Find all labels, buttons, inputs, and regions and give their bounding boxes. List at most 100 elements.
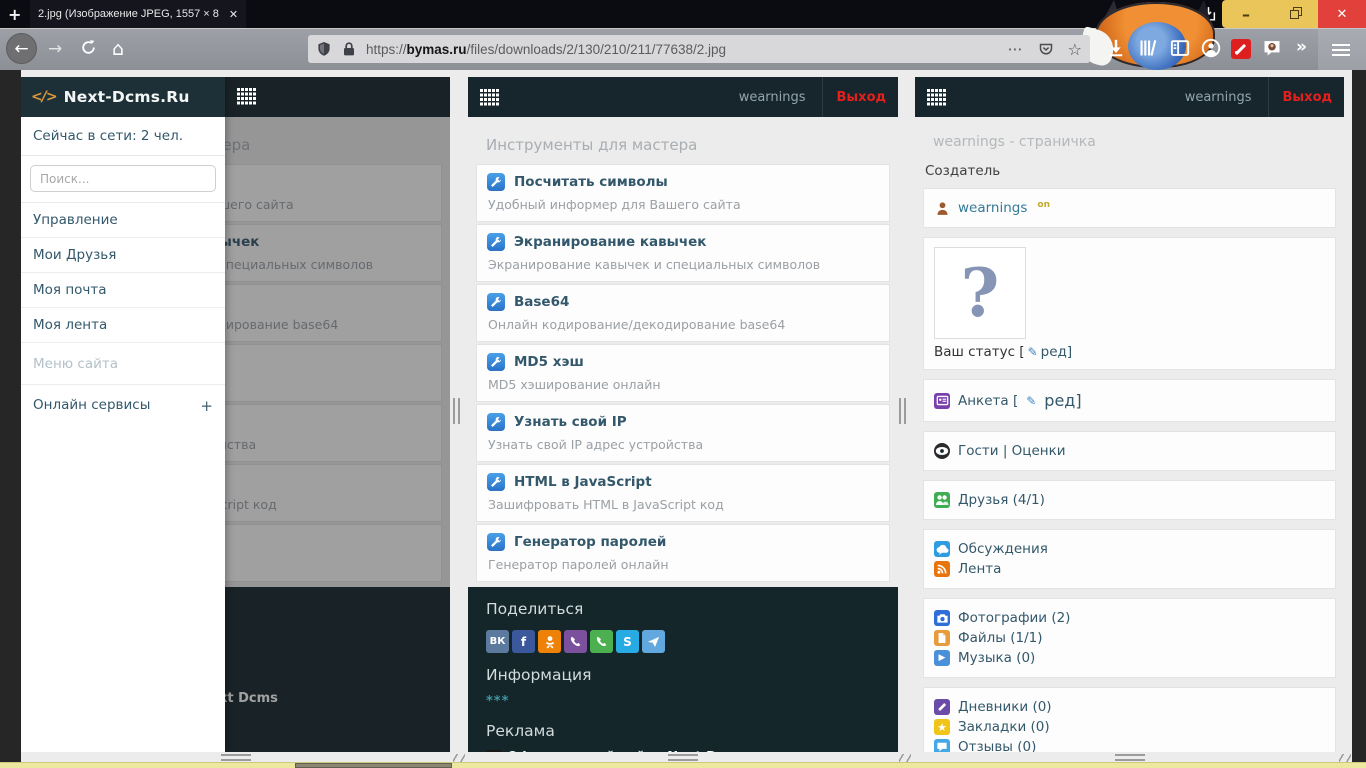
ad-link[interactable]: Официальный сайт - Next Dcms xyxy=(507,750,746,752)
tracking-protection-shield-icon[interactable] xyxy=(316,41,332,57)
menu-grid-icon[interactable] xyxy=(927,89,946,106)
logout-link[interactable]: Выход xyxy=(1283,90,1332,105)
lock-icon xyxy=(341,41,357,57)
forward-button[interactable]: → xyxy=(48,36,62,62)
tool-desc: Удобный информер для Вашего сайта xyxy=(488,197,879,212)
window-minimize-button[interactable]: – xyxy=(1222,0,1270,28)
skype-icon[interactable]: S xyxy=(616,630,639,653)
tool-title[interactable]: Экранирование кавычек xyxy=(514,234,706,250)
tool-card[interactable]: Экранирование кавычекЭкранирование кавыч… xyxy=(476,224,890,282)
tool-title[interactable]: Узнать свой IP xyxy=(514,414,627,430)
tool-desc: Генератор паролей онлайн xyxy=(488,557,879,572)
url-text[interactable]: https://bymas.ru/files/downloads/2/130/2… xyxy=(366,42,1008,57)
tool-card[interactable]: Посчитать символы Удобный информер для Ва… xyxy=(476,164,890,222)
tool-card[interactable]: Узнать свой IP Узнать свой IP адрес устро… xyxy=(476,404,890,462)
page-actions-icon[interactable]: ⋯ xyxy=(1008,40,1024,58)
vk-icon[interactable]: ВК xyxy=(486,630,509,653)
sidebar-item-friends[interactable]: Мои Друзья xyxy=(21,238,225,273)
preview-panel-2: wearnings Выход Инструменты для мастера … xyxy=(468,77,898,752)
sidebar-item-online-services[interactable]: Онлайн сервисы + xyxy=(21,385,225,424)
home-button[interactable]: ⌂ xyxy=(112,36,124,62)
panel2-resize-handle[interactable] xyxy=(899,398,906,424)
files-link[interactable]: Файлы (1/1) xyxy=(958,630,1043,646)
reviews-link[interactable]: Отзывы (0) xyxy=(958,739,1036,752)
tool-title[interactable]: Посчитать символы xyxy=(514,174,668,190)
panel1-bottom-handle[interactable] xyxy=(221,754,251,761)
facebook-icon[interactable]: f xyxy=(512,630,535,653)
search-input[interactable] xyxy=(30,165,216,192)
diaries-link[interactable]: Дневники (0) xyxy=(958,699,1052,715)
discussions-link[interactable]: Обсуждения xyxy=(958,541,1048,557)
image-content: Инструменты для мастера Посчитать символ… xyxy=(21,70,1352,762)
bookmark-star-icon[interactable]: ☆ xyxy=(1068,40,1082,59)
pocket-icon[interactable] xyxy=(1038,41,1054,57)
telegram-icon[interactable] xyxy=(642,630,665,653)
tool-title[interactable]: MD5 хэш xyxy=(514,354,584,370)
tool-title[interactable]: Генератор паролей xyxy=(514,534,666,550)
new-tab-button[interactable]: + xyxy=(8,5,21,24)
sidebar-item-management[interactable]: Управление xyxy=(21,203,225,238)
panel2-bottom-handle[interactable] xyxy=(668,754,698,761)
sidebar-item-mail[interactable]: Моя почта xyxy=(21,273,225,308)
download-icon[interactable] xyxy=(1106,38,1126,58)
pencil-icon: ✎ xyxy=(1026,394,1036,408)
browser-tab[interactable]: 2.jpg (Изображение JPEG, 1557 × 8 ✕ xyxy=(30,0,246,28)
site-logo[interactable]: </> Next-Dcms.Ru xyxy=(21,77,225,117)
tool-desc: Узнать свой IP адрес устройства xyxy=(488,437,879,452)
hamburger-menu-icon[interactable] xyxy=(1332,44,1350,56)
tool-title[interactable]: HTML в JavaScript xyxy=(514,474,652,490)
panel3-bottom-handle[interactable] xyxy=(1115,754,1145,761)
whatsapp-icon[interactable] xyxy=(590,630,613,653)
guests-link[interactable]: Гости | Оценки xyxy=(958,443,1066,459)
new-container-tab-icon[interactable] xyxy=(1163,6,1180,23)
odnoklassniki-icon[interactable] xyxy=(538,630,561,653)
sidebar-item-site-menu[interactable]: Меню сайта xyxy=(21,343,225,385)
anketa-edit-link[interactable]: ред] xyxy=(1044,391,1081,410)
photos-link[interactable]: Фотографии (2) xyxy=(958,610,1070,626)
url-bar[interactable]: https://bymas.ru/files/downloads/2/130/2… xyxy=(308,35,1090,63)
horizontal-scrollbar[interactable] xyxy=(0,762,1366,768)
menu-grid-icon[interactable] xyxy=(237,88,256,105)
expand-plus-icon[interactable]: + xyxy=(200,397,213,415)
tool-title[interactable]: Base64 xyxy=(514,294,569,310)
anketa-card: Анкета [ ✎ ред] xyxy=(923,379,1336,422)
account-icon[interactable] xyxy=(1201,38,1221,58)
music-link[interactable]: Музыка (0) xyxy=(958,650,1035,666)
profile-page-title: wearnings - страничка xyxy=(933,134,1344,150)
ad-row[interactable]: DS Официальный сайт - Next Dcms xyxy=(486,750,880,752)
avatar[interactable]: ? xyxy=(934,247,1026,339)
sidebar-item-feed[interactable]: Моя лента xyxy=(21,308,225,343)
creator-name-link[interactable]: wearnings xyxy=(958,200,1027,216)
back-button[interactable]: ← xyxy=(6,33,37,64)
status-edit-link[interactable]: ред] xyxy=(1041,344,1072,360)
tab-close-icon[interactable]: ✕ xyxy=(229,8,238,21)
tool-card[interactable]: MD5 хэшMD5 хэширование онлайн xyxy=(476,344,890,402)
scrollbar-thumb[interactable] xyxy=(295,763,452,768)
header-username[interactable]: wearnings xyxy=(739,90,806,105)
header-username[interactable]: wearnings xyxy=(1185,90,1252,105)
window-close-button[interactable]: ✕ xyxy=(1318,0,1366,28)
chat-extension-icon[interactable] xyxy=(1262,38,1282,58)
tool-card[interactable]: HTML в JavaScriptЗашифровать HTML в Java… xyxy=(476,464,890,522)
library-icon[interactable] xyxy=(1138,38,1158,58)
reload-button[interactable] xyxy=(80,39,97,56)
friends-link[interactable]: Друзья (4/1) xyxy=(958,492,1045,508)
share-icons-row: ВК f S xyxy=(486,630,880,653)
viber-icon[interactable] xyxy=(564,630,587,653)
tool-card[interactable]: Генератор паролей Генератор паролей онлай… xyxy=(476,524,890,582)
logout-link[interactable]: Выход xyxy=(837,90,886,105)
feed-link[interactable]: Лента xyxy=(958,561,1001,577)
diaries-card: Дневники (0) ★ Закладки (0) Отзывы (0) xyxy=(923,687,1336,752)
sidebar-item-label: Онлайн сервисы xyxy=(33,397,150,415)
anketa-link[interactable]: Анкета [ xyxy=(958,393,1018,409)
bookmarks-link[interactable]: Закладки (0) xyxy=(958,719,1050,735)
panel1-resize-handle[interactable] xyxy=(453,398,460,424)
window-restore-button[interactable] xyxy=(1270,0,1318,28)
menu-grid-icon[interactable] xyxy=(480,89,499,106)
more-tools-icon[interactable]: » xyxy=(1296,37,1307,57)
export-icon[interactable] xyxy=(1200,6,1217,23)
tool-card[interactable]: Base64Онлайн кодирование/декодирование b… xyxy=(476,284,890,342)
sidebar-toggle-icon[interactable] xyxy=(1170,38,1190,58)
extension-marker-icon[interactable] xyxy=(1231,39,1251,59)
sidebar-item-label: Моя почта xyxy=(33,282,107,298)
